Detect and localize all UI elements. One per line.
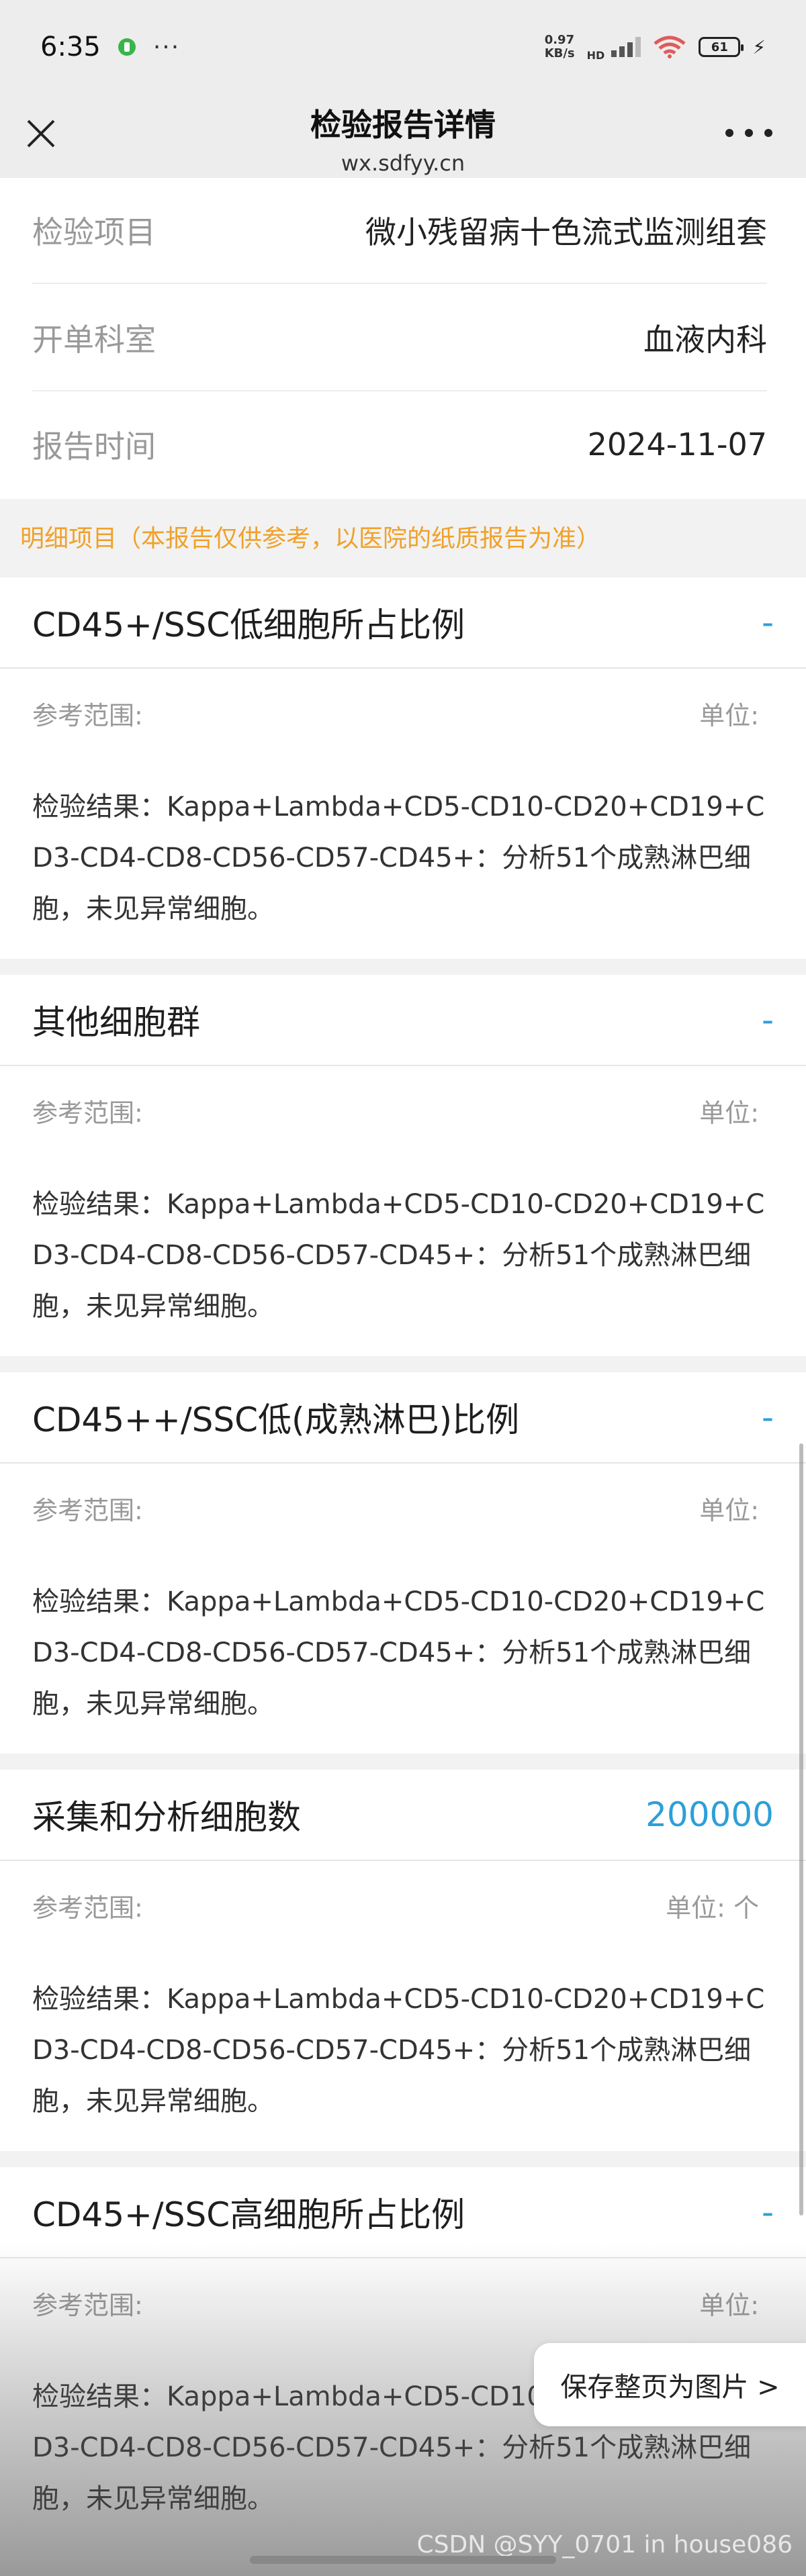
charging-icon: ⚡ — [752, 36, 766, 58]
more-notifications-icon: ··· — [152, 33, 181, 61]
status-right: 0.97 KB/s HD 61 ⚡ — [545, 33, 766, 62]
card-header: 其他细胞群 - — [32, 975, 774, 1065]
card-header: 采集和分析细胞数 200000 — [32, 1770, 774, 1860]
hd-label: HD — [586, 48, 605, 62]
card-value: - — [761, 603, 774, 642]
card-header: CD45++/SSC低(成熟淋巴)比例 - — [32, 1372, 774, 1462]
more-menu-button[interactable] — [725, 118, 772, 148]
network-speed-value: 0.97 — [544, 33, 575, 47]
card-reference-row: 参考范围: 单位: — [32, 1462, 759, 1554]
reference-range-label: 参考范围: — [32, 700, 143, 730]
card-header: CD45+/SSC低细胞所占比例 - — [32, 577, 774, 667]
unit-label: 单位: 个 — [666, 1893, 759, 1923]
card-result: 检验结果：Kappa+Lambda+CD5-CD10-CD20+CD19+CD3… — [32, 792, 765, 924]
card-header: CD45+/SSC高细胞所占比例 - — [32, 2167, 774, 2257]
detail-card: CD45+/SSC低细胞所占比例 - 参考范围: 单位: 检验结果：Kappa+… — [0, 577, 806, 959]
card-reference-row: 参考范围: 单位: — [32, 667, 759, 759]
card-value: 200000 — [645, 1795, 774, 1834]
card-value: - — [761, 1000, 774, 1039]
unit-label: 单位: — [699, 1098, 759, 1128]
info-row-item: 检验项目 微小残留病十色流式监测组套 — [32, 178, 767, 284]
home-indicator[interactable] — [250, 2556, 556, 2564]
card-title: 采集和分析细胞数 — [32, 1798, 301, 1837]
notification-app-icon — [118, 38, 136, 56]
unit-label: 单位: — [699, 700, 759, 730]
info-label: 开单科室 — [32, 322, 156, 358]
card-title: CD45+/SSC低细胞所占比例 — [32, 606, 465, 645]
unit-label: 单位: — [699, 2290, 759, 2320]
scrollbar[interactable] — [799, 1443, 803, 2215]
info-value: 2024-11-07 — [587, 426, 767, 463]
info-label: 报告时间 — [32, 428, 156, 465]
info-value: 微小残留病十色流式监测组套 — [365, 214, 767, 250]
info-row-report-time: 报告时间 2024-11-07 — [32, 391, 767, 497]
page-title: 检验报告详情 — [310, 107, 496, 143]
info-value: 血液内科 — [643, 322, 767, 358]
clock: 6:35 — [40, 32, 101, 62]
nav-title-wrap: 检验报告详情 wx.sdfyy.cn — [0, 94, 806, 176]
save-page-as-image-button[interactable]: 保存整页为图片 > — [534, 2343, 806, 2426]
close-button[interactable] — [19, 111, 63, 156]
info-label: 检验项目 — [32, 214, 156, 250]
card-reference-row: 参考范围: 单位: — [32, 2257, 759, 2348]
close-icon — [27, 120, 55, 148]
card-title: CD45+/SSC高细胞所占比例 — [32, 2195, 465, 2234]
network-speed: 0.97 KB/s — [545, 34, 575, 60]
watermark: CSDN @SYY_0701 in house086 — [416, 2531, 793, 2559]
card-reference-row: 参考范围: 单位: 个 — [32, 1860, 759, 1951]
card-value: - — [761, 2193, 774, 2232]
detail-card: CD45++/SSC低(成熟淋巴)比例 - 参考范围: 单位: 检验结果：Kap… — [0, 1372, 806, 1754]
wifi-icon — [653, 36, 686, 58]
battery-level: 61 — [711, 40, 728, 54]
reference-range-label: 参考范围: — [32, 1098, 143, 1128]
more-dot-icon — [745, 129, 753, 137]
status-left: 6:35 ··· — [40, 32, 180, 62]
cell-signal-icon — [611, 37, 641, 57]
unit-label: 单位: — [699, 1495, 759, 1525]
battery-icon: 61 — [699, 37, 744, 57]
info-row-department: 开单科室 血液内科 — [32, 285, 767, 391]
card-result: 检验结果：Kappa+Lambda+CD5-CD10-CD20+CD19+CD3… — [32, 1984, 765, 2117]
detail-card: 采集和分析细胞数 200000 参考范围: 单位: 个 检验结果：Kappa+L… — [0, 1770, 806, 2151]
card-title: 其他细胞群 — [32, 1003, 200, 1042]
card-value: - — [761, 1398, 774, 1437]
card-result: 检验结果：Kappa+Lambda+CD5-CD10-CD20+CD19+CD3… — [32, 1189, 765, 1322]
card-reference-row: 参考范围: 单位: — [32, 1065, 759, 1156]
reference-range-label: 参考范围: — [32, 2290, 143, 2320]
disclaimer-notice: 明细项目（本报告仅供参考，以医院的纸质报告为准） — [0, 499, 806, 574]
reference-range-label: 参考范围: — [32, 1893, 143, 1923]
card-title: CD45++/SSC低(成熟淋巴)比例 — [32, 1400, 520, 1439]
reference-range-label: 参考范围: — [32, 1495, 143, 1525]
nav-bar: 检验报告详情 wx.sdfyy.cn — [0, 94, 806, 178]
report-info-card: 检验项目 微小残留病十色流式监测组套 开单科室 血液内科 报告时间 2024-1… — [0, 178, 806, 499]
more-dot-icon — [725, 129, 733, 137]
network-speed-unit: KB/s — [544, 46, 575, 60]
status-bar: 6:35 ··· 0.97 KB/s HD 61 ⚡ — [0, 0, 806, 94]
card-result: 检验结果：Kappa+Lambda+CD5-CD10-CD20+CD19+CD3… — [32, 1586, 765, 1719]
more-dot-icon — [764, 129, 772, 137]
detail-card: 其他细胞群 - 参考范围: 单位: 检验结果：Kappa+Lambda+CD5-… — [0, 975, 806, 1356]
page-url: wx.sdfyy.cn — [341, 150, 465, 176]
